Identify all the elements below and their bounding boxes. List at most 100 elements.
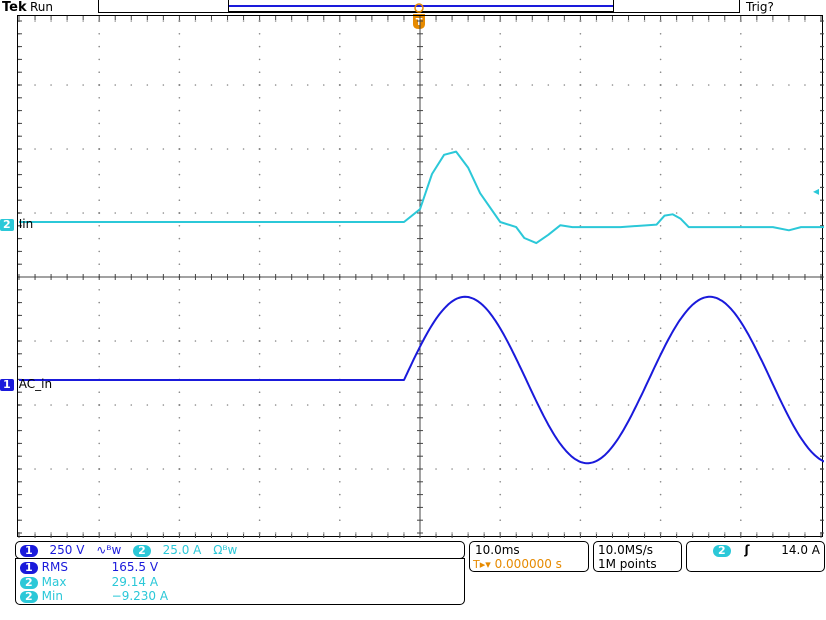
measurement-value: 29.14 A: [111, 574, 159, 589]
grid-dot: [788, 212, 790, 214]
grid-dot: [707, 212, 710, 214]
grid-dot: [178, 340, 181, 342]
grid-dot: [579, 417, 582, 419]
grid-dot: [98, 33, 100, 35]
grid-dot: [387, 20, 389, 22]
grid-dot: [627, 20, 630, 22]
grid-dot: [82, 340, 84, 342]
grid-dot: [499, 71, 502, 73]
grid-dot: [274, 340, 277, 342]
grid-dot: [210, 532, 213, 534]
grid-dot: [659, 468, 662, 470]
grid-dot: [579, 353, 582, 355]
grid-dot: [659, 109, 662, 112]
measurement-row: 2 Max 29.14 A: [20, 575, 158, 589]
grid-dot: [339, 429, 341, 432]
measurements-panel[interactable]: 1 RMS 165.5 V 2 Max 29.14 A 2 Min −9.230 A: [15, 558, 465, 605]
grid-dot: [98, 212, 100, 214]
grid-dot: [579, 71, 582, 73]
grid-dot: [563, 148, 566, 150]
grid-dot: [723, 340, 726, 342]
grid-dot: [499, 122, 502, 125]
trigger-level-arrow-icon[interactable]: ◂: [813, 184, 819, 198]
grid-dot: [146, 212, 149, 214]
grid-dot: [499, 493, 502, 496]
grid-dot: [98, 429, 100, 432]
grid-dot: [130, 468, 133, 470]
trigger-position-value: 0.000000 s: [494, 557, 562, 571]
grid-dot: [499, 442, 502, 445]
grid-dot: [178, 365, 181, 368]
timebase-readout[interactable]: 10.0ms T▸▾ 0.000000 s: [469, 541, 589, 572]
grid-dot: [515, 404, 518, 406]
grid-dot: [339, 506, 341, 509]
grid-dot: [611, 20, 614, 22]
grid-dot: [740, 148, 742, 150]
grid-dot: [258, 161, 261, 163]
grid-dot: [659, 532, 662, 534]
grid-dot: [178, 135, 181, 137]
grid-dot: [98, 97, 100, 99]
grid-dot: [34, 84, 36, 86]
grid-dot: [659, 135, 662, 137]
grid-dot: [531, 404, 534, 406]
trigger-readout[interactable]: 2 ʃ 14.0 A: [686, 541, 825, 572]
grid-dot: [483, 532, 485, 534]
grid-dot: [756, 84, 758, 86]
grid-dot: [659, 33, 662, 35]
grid-dot: [707, 340, 710, 342]
grid-dot: [451, 84, 453, 86]
grid-dot: [339, 468, 341, 470]
grid-dot: [258, 417, 261, 419]
grid-dot: [194, 212, 197, 214]
grid-dot: [659, 493, 662, 496]
grid-dot: [740, 353, 742, 355]
grid-dot: [435, 212, 437, 214]
grid-dot: [579, 135, 582, 137]
ch2-marker[interactable]: 2 Iin: [0, 213, 33, 232]
grid-dot: [339, 442, 341, 445]
grid-dot: [339, 365, 341, 368]
grid-dot: [178, 493, 181, 496]
grid-dot: [258, 429, 261, 432]
grid-dot: [435, 84, 437, 86]
grid-dot: [98, 391, 100, 394]
grid-dot: [451, 212, 453, 214]
grid-dot: [499, 161, 502, 163]
grid-dot: [339, 263, 341, 265]
waveform-display[interactable]: [17, 15, 826, 538]
ch1-marker[interactable]: 1 AC_in: [0, 373, 52, 392]
acquisition-readout[interactable]: 10.0MS/s 1M points: [593, 541, 682, 572]
grid-dot: [322, 532, 325, 534]
grid-dot: [483, 404, 485, 406]
grid-dot: [98, 417, 100, 419]
grid-dot: [579, 84, 582, 86]
grid-dot: [98, 532, 100, 534]
grid-dot: [98, 301, 100, 304]
grid-dot: [579, 109, 582, 112]
grid-dot: [258, 532, 261, 534]
grid-dot: [98, 71, 100, 73]
grid-dot: [98, 327, 100, 330]
grid-dot: [50, 84, 52, 86]
ch2-scale: 25.0 A: [162, 543, 202, 557]
grid-dot: [467, 148, 469, 150]
grid-dot: [611, 532, 614, 534]
channel-scale-readout[interactable]: 1 250 V ∿ᴮw 2 25.0 A Ωᴮw: [15, 541, 465, 559]
grid-dot: [499, 391, 502, 394]
grid-dot: [258, 353, 261, 355]
grid-dot: [98, 58, 100, 61]
grid-dot: [66, 532, 68, 534]
grid-dot: [740, 135, 742, 137]
grid-dot: [210, 148, 213, 150]
grid-dot: [659, 212, 662, 214]
grid-dot: [499, 289, 502, 291]
grid-dot: [258, 173, 261, 176]
grid-dot: [178, 161, 181, 163]
grid-dot: [98, 250, 100, 253]
grid-dot: [339, 353, 341, 355]
grid-dot: [146, 404, 149, 406]
grid-dot: [435, 20, 437, 22]
grid-dot: [499, 455, 502, 458]
grid-dot: [659, 404, 662, 406]
